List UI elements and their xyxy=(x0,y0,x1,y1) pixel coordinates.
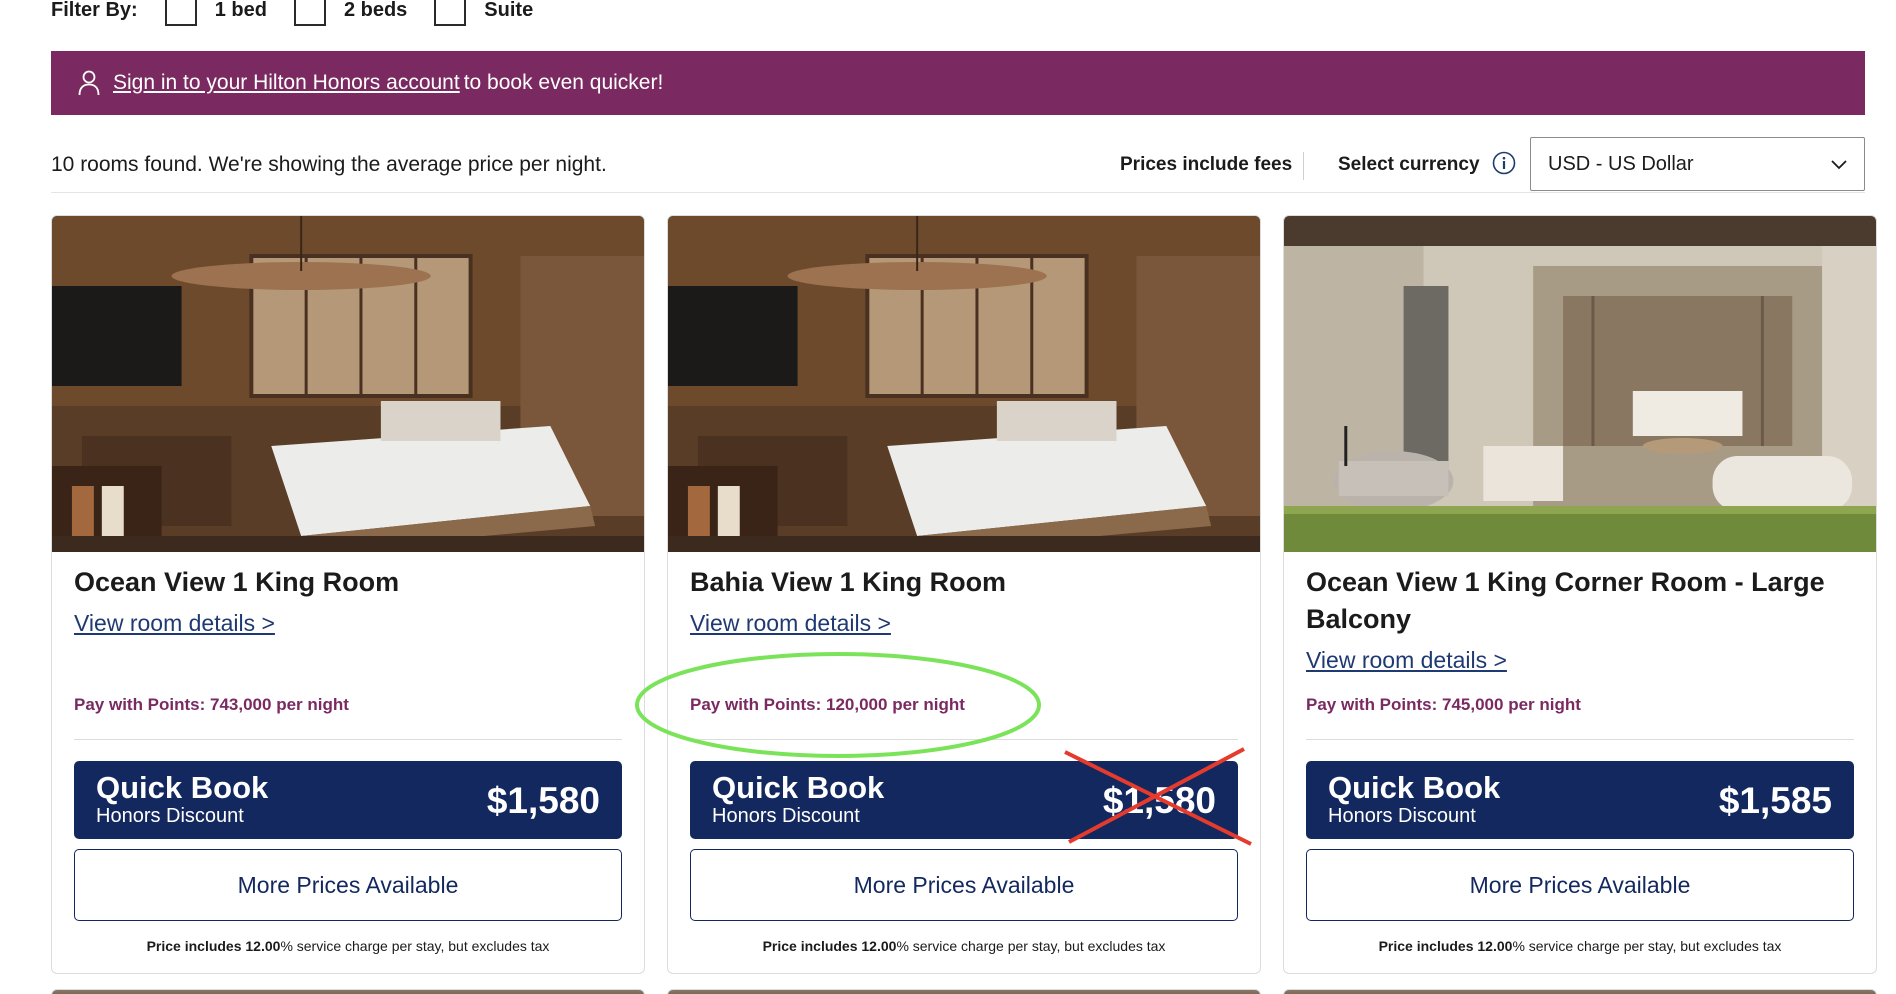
price-note-bold: Price includes 12.00 xyxy=(1378,938,1513,954)
filter-label: Filter By: xyxy=(51,0,138,21)
room-card: Ocean View 1 King Room View room details… xyxy=(51,215,645,974)
view-room-details-link[interactable]: View room details > xyxy=(74,610,275,637)
room-card-partial xyxy=(51,989,645,994)
more-prices-button[interactable]: More Prices Available xyxy=(1306,849,1854,921)
quick-book-subtitle: Honors Discount xyxy=(1328,805,1476,827)
quick-book-title: Quick Book xyxy=(96,770,269,805)
price-note-bold: Price includes 12.00 xyxy=(146,938,281,954)
room-card: Ocean View 1 King Corner Room - Large Ba… xyxy=(1283,215,1877,974)
divider xyxy=(1306,739,1854,740)
results-bar: 10 rooms found. We're showing the averag… xyxy=(51,137,1865,193)
price-note-rest: % service charge per stay, but excludes … xyxy=(1512,938,1782,954)
filter-checkbox-suite[interactable] xyxy=(434,0,467,26)
price-note-rest: % service charge per stay, but excludes … xyxy=(896,938,1166,954)
quick-book-title: Quick Book xyxy=(1328,770,1501,805)
room-name: Ocean View 1 King Room xyxy=(74,567,400,597)
room-photo[interactable] xyxy=(52,216,644,552)
view-room-details-link[interactable]: View room details > xyxy=(690,610,891,637)
pay-with-points: Pay with Points: 120,000 per night xyxy=(690,695,965,714)
filter-option-label: 1 bed xyxy=(214,0,267,21)
results-summary: 10 rooms found. We're showing the averag… xyxy=(51,153,607,176)
quick-book-title: Quick Book xyxy=(712,770,885,805)
sign-in-link[interactable]: Sign in to your Hilton Honors account xyxy=(113,71,460,95)
currency-select[interactable]: USD - US Dollar xyxy=(1530,137,1865,191)
room-card-partial xyxy=(1283,989,1877,994)
quick-book-button[interactable]: Quick Book Honors Discount $1,580 xyxy=(690,761,1238,839)
filter-checkbox-2-beds[interactable] xyxy=(293,0,326,26)
divider xyxy=(74,739,622,740)
divider xyxy=(1303,152,1304,180)
filter-bar: Filter By: 1 bed 2 beds Suite xyxy=(51,0,533,26)
user-icon xyxy=(77,69,101,97)
filter-option-2-beds[interactable]: 2 beds xyxy=(293,0,408,26)
more-prices-button[interactable]: More Prices Available xyxy=(690,849,1238,921)
price-note: Price includes 12.00% service charge per… xyxy=(668,938,1260,954)
price-note-rest: % service charge per stay, but excludes … xyxy=(280,938,550,954)
sign-in-banner: Sign in to your Hilton Honors account to… xyxy=(51,51,1865,115)
prices-include-fees: Prices include fees xyxy=(1120,154,1293,175)
quick-book-subtitle: Honors Discount xyxy=(712,805,860,827)
select-currency-label: Select currency xyxy=(1338,154,1480,175)
divider xyxy=(690,739,1238,740)
room-photo[interactable] xyxy=(668,216,1260,552)
pay-with-points: Pay with Points: 743,000 per night xyxy=(74,695,349,714)
banner-text: to book even quicker! xyxy=(463,71,664,94)
room-name: Bahia View 1 King Room xyxy=(690,567,1007,597)
room-photo[interactable] xyxy=(1284,216,1876,552)
filter-checkbox-1-bed[interactable] xyxy=(164,0,197,26)
price-note: Price includes 12.00% service charge per… xyxy=(1284,938,1876,954)
quick-book-button[interactable]: Quick Book Honors Discount $1,585 xyxy=(1306,761,1854,839)
view-room-details-link[interactable]: View room details > xyxy=(1306,647,1507,674)
room-price: $1,580 xyxy=(1102,780,1216,821)
room-price: $1,580 xyxy=(486,780,600,821)
info-icon[interactable] xyxy=(1492,151,1516,175)
quick-book-subtitle: Honors Discount xyxy=(96,805,244,827)
quick-book-button[interactable]: Quick Book Honors Discount $1,580 xyxy=(74,761,622,839)
room-card: Bahia View 1 King Room View room details… xyxy=(667,215,1261,974)
filter-option-label: 2 beds xyxy=(343,0,408,21)
currency-value: USD - US Dollar xyxy=(1548,152,1694,175)
filter-option-suite[interactable]: Suite xyxy=(434,0,533,26)
price-note: Price includes 12.00% service charge per… xyxy=(52,938,644,954)
room-price: $1,585 xyxy=(1718,780,1832,821)
room-card-partial xyxy=(667,989,1261,994)
more-prices-button[interactable]: More Prices Available xyxy=(74,849,622,921)
filter-option-1-bed[interactable]: 1 bed xyxy=(164,0,267,26)
price-note-bold: Price includes 12.00 xyxy=(762,938,897,954)
pay-with-points: Pay with Points: 745,000 per night xyxy=(1306,695,1581,714)
chevron-down-icon xyxy=(1830,155,1848,173)
filter-option-label: Suite xyxy=(484,0,534,21)
room-name: Ocean View 1 King Corner Room - Large Ba… xyxy=(1306,567,1825,634)
